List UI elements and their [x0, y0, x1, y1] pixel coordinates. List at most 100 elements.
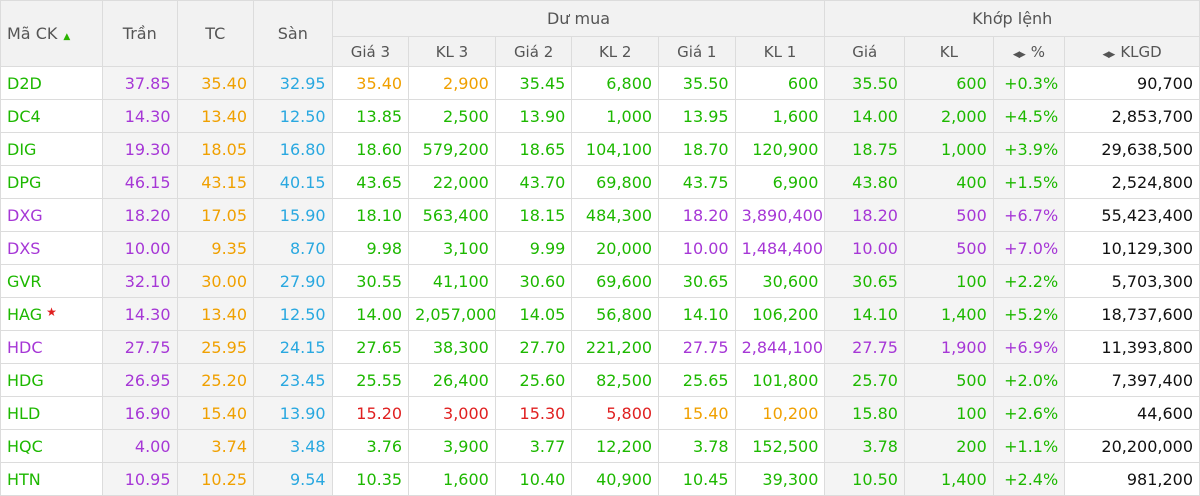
- bid-vol-2-cell: 1,000: [571, 99, 660, 133]
- header-bid-price-3[interactable]: Giá 3: [331, 36, 410, 67]
- symbol-cell[interactable]: GVR: [0, 264, 104, 298]
- bid-price-2-cell: 3.77: [494, 429, 573, 463]
- toggle-arrows-icon[interactable]: ◀▶: [1102, 50, 1115, 60]
- ref-price-cell: 10.25: [176, 462, 255, 496]
- bid-price-1-cell: 15.40: [658, 396, 736, 430]
- bid-price-3-cell: 30.55: [331, 264, 410, 298]
- bid-vol-3-cell: 3,000: [408, 396, 496, 430]
- bid-vol-3-cell: 26,400: [408, 363, 496, 397]
- total-vol-cell: 18,737,600: [1064, 297, 1200, 331]
- table-row[interactable]: DXG 18.20 17.05 15.90 18.10 563,400 18.15 484,3…: [0, 198, 1200, 232]
- symbol-cell[interactable]: HLD: [0, 396, 104, 430]
- header-ceiling[interactable]: Trần: [102, 0, 178, 67]
- match-vol-cell: 1,400: [903, 297, 994, 331]
- bid-price-3-cell: 9.98: [331, 231, 410, 265]
- table-row[interactable]: HLD 16.90 15.40 13.90 15.20 3,000 15.30 5,800 15…: [0, 396, 1200, 430]
- ceiling-price-cell: 37.85: [102, 66, 178, 100]
- bid-price-1-cell: 3.78: [658, 429, 736, 463]
- header-floor[interactable]: Sàn: [253, 0, 333, 67]
- floor-price-cell: 9.54: [253, 462, 333, 496]
- symbol-cell[interactable]: DPG: [0, 165, 104, 199]
- symbol-label: D2D: [7, 73, 42, 93]
- header-symbol[interactable]: Mã CK ▲: [0, 0, 104, 67]
- floor-price-cell: 23.45: [253, 363, 333, 397]
- header-symbol-label: Mã CK: [7, 24, 58, 43]
- floor-price-cell: 13.90: [253, 396, 333, 430]
- floor-price-cell: 12.50: [253, 99, 333, 133]
- symbol-cell[interactable]: DC4: [0, 99, 104, 133]
- ceiling-price-cell: 19.30: [102, 132, 178, 166]
- ref-price-cell: 13.40: [176, 99, 255, 133]
- floor-price-cell: 27.90: [253, 264, 333, 298]
- match-price-cell: 14.10: [824, 297, 905, 331]
- header-pct[interactable]: ◀▶%: [992, 36, 1066, 67]
- ref-price-cell: 30.00: [176, 264, 255, 298]
- table-row[interactable]: HDG 26.95 25.20 23.45 25.55 26,400 25.60 82,500…: [0, 363, 1200, 397]
- bid-vol-2-cell: 484,300: [571, 198, 660, 232]
- match-price-cell: 30.65: [824, 264, 905, 298]
- header-bid-price-2[interactable]: Giá 2: [494, 36, 573, 67]
- symbol-cell[interactable]: HQC: [0, 429, 104, 463]
- header-ref[interactable]: TC: [176, 0, 255, 67]
- symbol-cell[interactable]: DIG: [0, 132, 104, 166]
- table-row[interactable]: HAG ★ 14.30 13.40 12.50 14.00 2,057,000 14.05 56…: [0, 297, 1200, 331]
- table-row[interactable]: DC4 14.30 13.40 12.50 13.85 2,500 13.90 1,000 13…: [0, 99, 1200, 133]
- pct-change-cell: +0.3%: [992, 66, 1066, 100]
- ref-price-cell: 18.05: [176, 132, 255, 166]
- header-bid-vol-1[interactable]: KL 1: [734, 36, 826, 67]
- pct-change-cell: +5.2%: [992, 297, 1066, 331]
- table-row[interactable]: GVR 32.10 30.00 27.90 30.55 41,100 30.60 69,600…: [0, 264, 1200, 298]
- ceiling-price-cell: 10.00: [102, 231, 178, 265]
- table-body: D2D 37.85 35.40 32.95 35.40 2,900 35.45 6,800 35…: [0, 66, 1200, 496]
- pct-change-cell: +6.7%: [992, 198, 1066, 232]
- table-row[interactable]: HTN 10.95 10.25 9.54 10.35 1,600 10.40 40,900 10…: [0, 462, 1200, 496]
- bid-vol-2-cell: 20,000: [571, 231, 660, 265]
- symbol-label: HQC: [7, 436, 43, 456]
- sort-up-icon[interactable]: ▲: [63, 32, 70, 42]
- bid-vol-1-cell: 3,890,400: [734, 198, 826, 232]
- header-match-vol[interactable]: KL: [903, 36, 994, 67]
- bid-vol-1-cell: 600: [734, 66, 826, 100]
- match-price-cell: 25.70: [824, 363, 905, 397]
- header-bid-price-1[interactable]: Giá 1: [658, 36, 736, 67]
- symbol-cell[interactable]: HAG ★: [0, 297, 104, 331]
- table-row[interactable]: HDC 27.75 25.95 24.15 27.65 38,300 27.70 221,20…: [0, 330, 1200, 364]
- header-bid-vol-2[interactable]: KL 2: [571, 36, 660, 67]
- header-bid-vol-3[interactable]: KL 3: [408, 36, 496, 67]
- match-price-cell: 27.75: [824, 330, 905, 364]
- floor-price-cell: 3.48: [253, 429, 333, 463]
- match-price-cell: 10.00: [824, 231, 905, 265]
- bid-price-3-cell: 25.55: [331, 363, 410, 397]
- bid-vol-2-cell: 82,500: [571, 363, 660, 397]
- table-row[interactable]: HQC 4.00 3.74 3.48 3.76 3,900 3.77 12,200 3.78 15…: [0, 429, 1200, 463]
- bid-price-1-cell: 10.45: [658, 462, 736, 496]
- ref-price-cell: 35.40: [176, 66, 255, 100]
- symbol-cell[interactable]: HTN: [0, 462, 104, 496]
- bid-vol-3-cell: 563,400: [408, 198, 496, 232]
- table-row[interactable]: DIG 19.30 18.05 16.80 18.60 579,200 18.65 104,1…: [0, 132, 1200, 166]
- toggle-arrows-icon[interactable]: ◀▶: [1013, 50, 1026, 60]
- match-price-cell: 15.80: [824, 396, 905, 430]
- bid-price-3-cell: 10.35: [331, 462, 410, 496]
- symbol-cell[interactable]: HDC: [0, 330, 104, 364]
- header-match-price[interactable]: Giá: [824, 36, 905, 67]
- floor-price-cell: 12.50: [253, 297, 333, 331]
- ceiling-price-cell: 46.15: [102, 165, 178, 199]
- symbol-cell[interactable]: D2D: [0, 66, 104, 100]
- symbol-cell[interactable]: DXG: [0, 198, 104, 232]
- bid-vol-1-cell: 30,600: [734, 264, 826, 298]
- bid-vol-3-cell: 1,600: [408, 462, 496, 496]
- table-row[interactable]: DPG 46.15 43.15 40.15 43.65 22,000 43.70 69,800…: [0, 165, 1200, 199]
- bid-price-1-cell: 43.75: [658, 165, 736, 199]
- header-match-group: Khớp lệnh: [824, 0, 1200, 37]
- symbol-label: DXG: [7, 205, 43, 225]
- table-row[interactable]: DXS 10.00 9.35 8.70 9.98 3,100 9.99 20,000 10.00…: [0, 231, 1200, 265]
- match-vol-cell: 600: [903, 66, 994, 100]
- star-icon[interactable]: ★: [46, 305, 57, 319]
- table-row[interactable]: D2D 37.85 35.40 32.95 35.40 2,900 35.45 6,800 35…: [0, 66, 1200, 100]
- symbol-cell[interactable]: HDG: [0, 363, 104, 397]
- match-price-cell: 3.78: [824, 429, 905, 463]
- bid-vol-1-cell: 39,300: [734, 462, 826, 496]
- symbol-cell[interactable]: DXS: [0, 231, 104, 265]
- header-total-vol[interactable]: ◀▶ KLGD: [1064, 36, 1200, 67]
